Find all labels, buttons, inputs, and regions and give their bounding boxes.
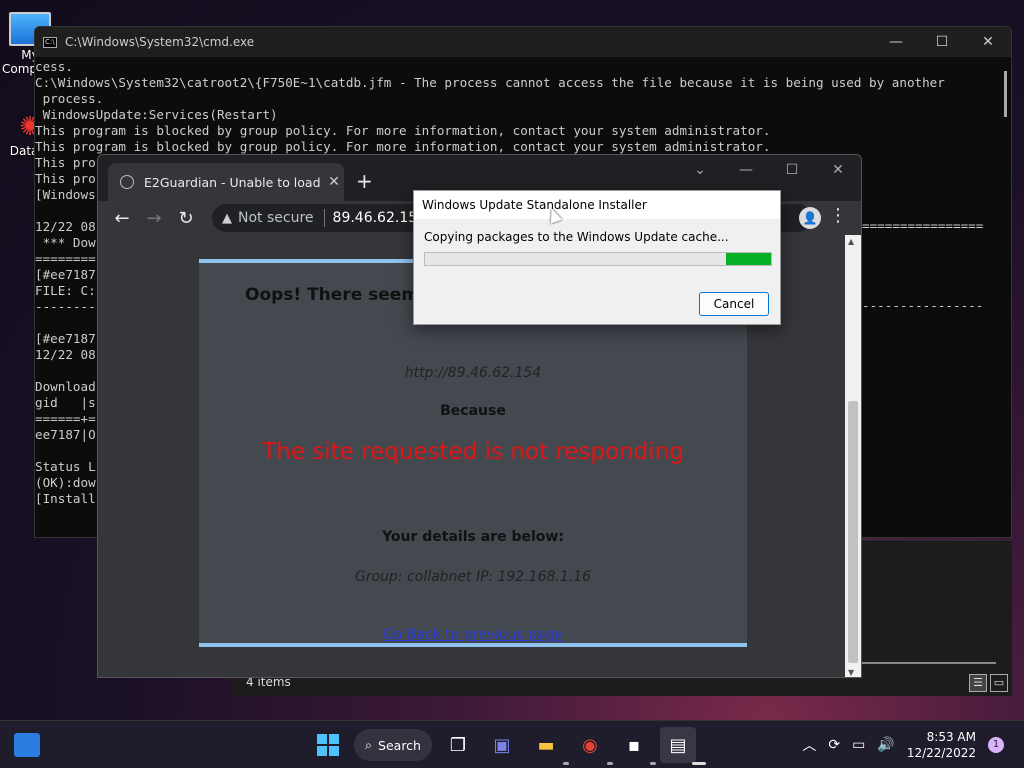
cancel-button[interactable]: Cancel — [699, 292, 769, 316]
cmd-line: ================ — [862, 218, 984, 233]
running-indicator — [563, 762, 569, 765]
progress-bar — [424, 252, 772, 266]
cmd-line — [862, 266, 983, 282]
chrome-icon[interactable]: ◉ — [572, 727, 608, 763]
cmd-line: This program is blocked by group policy.… — [35, 139, 771, 154]
cmd-titlebar[interactable]: C:\ C:\Windows\System32\cmd.exe — ☐ ✕ — [35, 27, 1011, 57]
file-explorer-icon[interactable]: ▬ — [528, 727, 564, 763]
divider — [323, 209, 325, 227]
requested-url: http://89.46.62.154 — [404, 365, 542, 381]
terminal-icon[interactable]: ▪ — [616, 727, 652, 763]
installer-dialog: Windows Update Standalone Installer Copy… — [413, 190, 781, 325]
clock[interactable]: 8:53 AM 12/22/2022 — [907, 729, 976, 761]
profile-icon[interactable]: 👤 — [799, 207, 821, 229]
search-label: Search — [378, 737, 421, 753]
forward-button[interactable]: → — [138, 208, 170, 229]
cmd-scrollbar[interactable] — [1004, 71, 1007, 117]
time: 8:53 AM — [926, 730, 976, 744]
system-tray: ︿ ⟳ ▭ 🔊 8:53 AM 12/22/2022 1 — [802, 721, 1024, 768]
scroll-up-icon[interactable]: ▲ — [848, 237, 854, 246]
chevron-up-icon[interactable]: ︿ — [802, 735, 816, 755]
maximize-button[interactable]: ☐ — [919, 27, 965, 57]
volume-icon[interactable]: 🔊 — [877, 737, 894, 753]
scroll-thumb[interactable] — [848, 401, 858, 663]
cmd-line: C:\Windows\System32\catroot2\{F750E~1\ca… — [35, 75, 945, 90]
start-button[interactable] — [310, 727, 346, 763]
browser-tab[interactable]: E2Guardian - Unable to load web ✕ — [108, 163, 344, 201]
widgets-icon[interactable] — [14, 733, 40, 757]
cmd-line: ---------------- — [862, 298, 984, 313]
back-button[interactable]: ← — [106, 208, 138, 229]
tiles-view-icon[interactable]: ▭ — [990, 674, 1008, 692]
network-icon[interactable]: ▭ — [852, 737, 865, 753]
search-button[interactable]: ⌕ Search — [354, 729, 432, 761]
minimize-button[interactable]: — — [723, 155, 769, 185]
running-indicator — [650, 762, 656, 765]
tab-search-icon[interactable]: ⌄ — [677, 155, 723, 185]
progress-fill — [726, 253, 771, 265]
sync-icon[interactable]: ⟳ — [828, 737, 840, 753]
tab-title: E2Guardian - Unable to load web — [144, 174, 324, 190]
cmd-line — [862, 234, 983, 250]
taskbar: ⌕ Search ❐ ▣ ▬ ◉ ▪ ▤ ︿ ⟳ ▭ 🔊 8:53 AM 12/… — [0, 720, 1024, 768]
user-details: Group: collabnet IP: 192.168.1.16 — [354, 569, 592, 585]
chat-icon[interactable]: ▣ — [484, 727, 520, 763]
reload-button[interactable]: ↻ — [170, 208, 202, 229]
explorer-scrollbar[interactable] — [860, 662, 996, 664]
task-view-icon[interactable]: ❐ — [440, 727, 476, 763]
scroll-down-icon[interactable]: ▼ — [848, 668, 854, 677]
cmd-line: WindowsUpdate:Services(Restart) — [35, 107, 278, 122]
close-button[interactable]: ✕ — [815, 155, 861, 185]
page-scrollbar[interactable]: ▲ ▼ — [845, 235, 861, 677]
tab-close-icon[interactable]: ✕ — [324, 174, 344, 190]
active-indicator — [692, 762, 706, 765]
installer-app-icon[interactable]: ▤ — [660, 727, 696, 763]
date: 12/22/2022 — [906, 746, 976, 760]
cmd-line: This program is blocked by group policy.… — [35, 123, 771, 138]
error-heading: Oops! There seems — [245, 285, 430, 305]
error-reason: The site requested is not responding — [262, 439, 684, 465]
close-button[interactable]: ✕ — [965, 27, 1011, 57]
go-back-link[interactable]: Go Back to previous page — [199, 627, 747, 643]
not-secure-label[interactable]: Not secure — [238, 210, 314, 226]
cmd-line — [862, 282, 983, 298]
cmd-title: C:\Windows\System32\cmd.exe — [65, 35, 255, 49]
cmd-icon: C:\ — [43, 36, 57, 48]
menu-icon[interactable]: ⋮ — [829, 205, 847, 226]
maximize-button[interactable]: ☐ — [769, 155, 815, 185]
warning-icon[interactable]: ▲ — [222, 211, 232, 226]
dialog-message: Copying packages to the Windows Update c… — [424, 230, 729, 244]
notification-badge[interactable]: 1 — [988, 737, 1004, 753]
running-indicator — [607, 762, 613, 765]
details-view-icon[interactable]: ☰ — [969, 674, 987, 692]
dialog-title: Windows Update Standalone Installer — [414, 191, 780, 219]
search-icon: ⌕ — [365, 737, 373, 752]
details-heading: Your details are below: — [382, 529, 564, 545]
minimize-button[interactable]: — — [873, 27, 919, 57]
windows-logo-icon — [317, 734, 339, 756]
because-label: Because — [440, 403, 506, 419]
globe-icon — [120, 175, 134, 189]
cmd-line: process. — [35, 91, 104, 106]
cmd-line — [862, 250, 983, 266]
new-tab-button[interactable]: + — [356, 169, 373, 193]
cmd-output-right: ================ ---------------- — [862, 218, 983, 314]
cmd-line: cess. — [35, 59, 73, 74]
